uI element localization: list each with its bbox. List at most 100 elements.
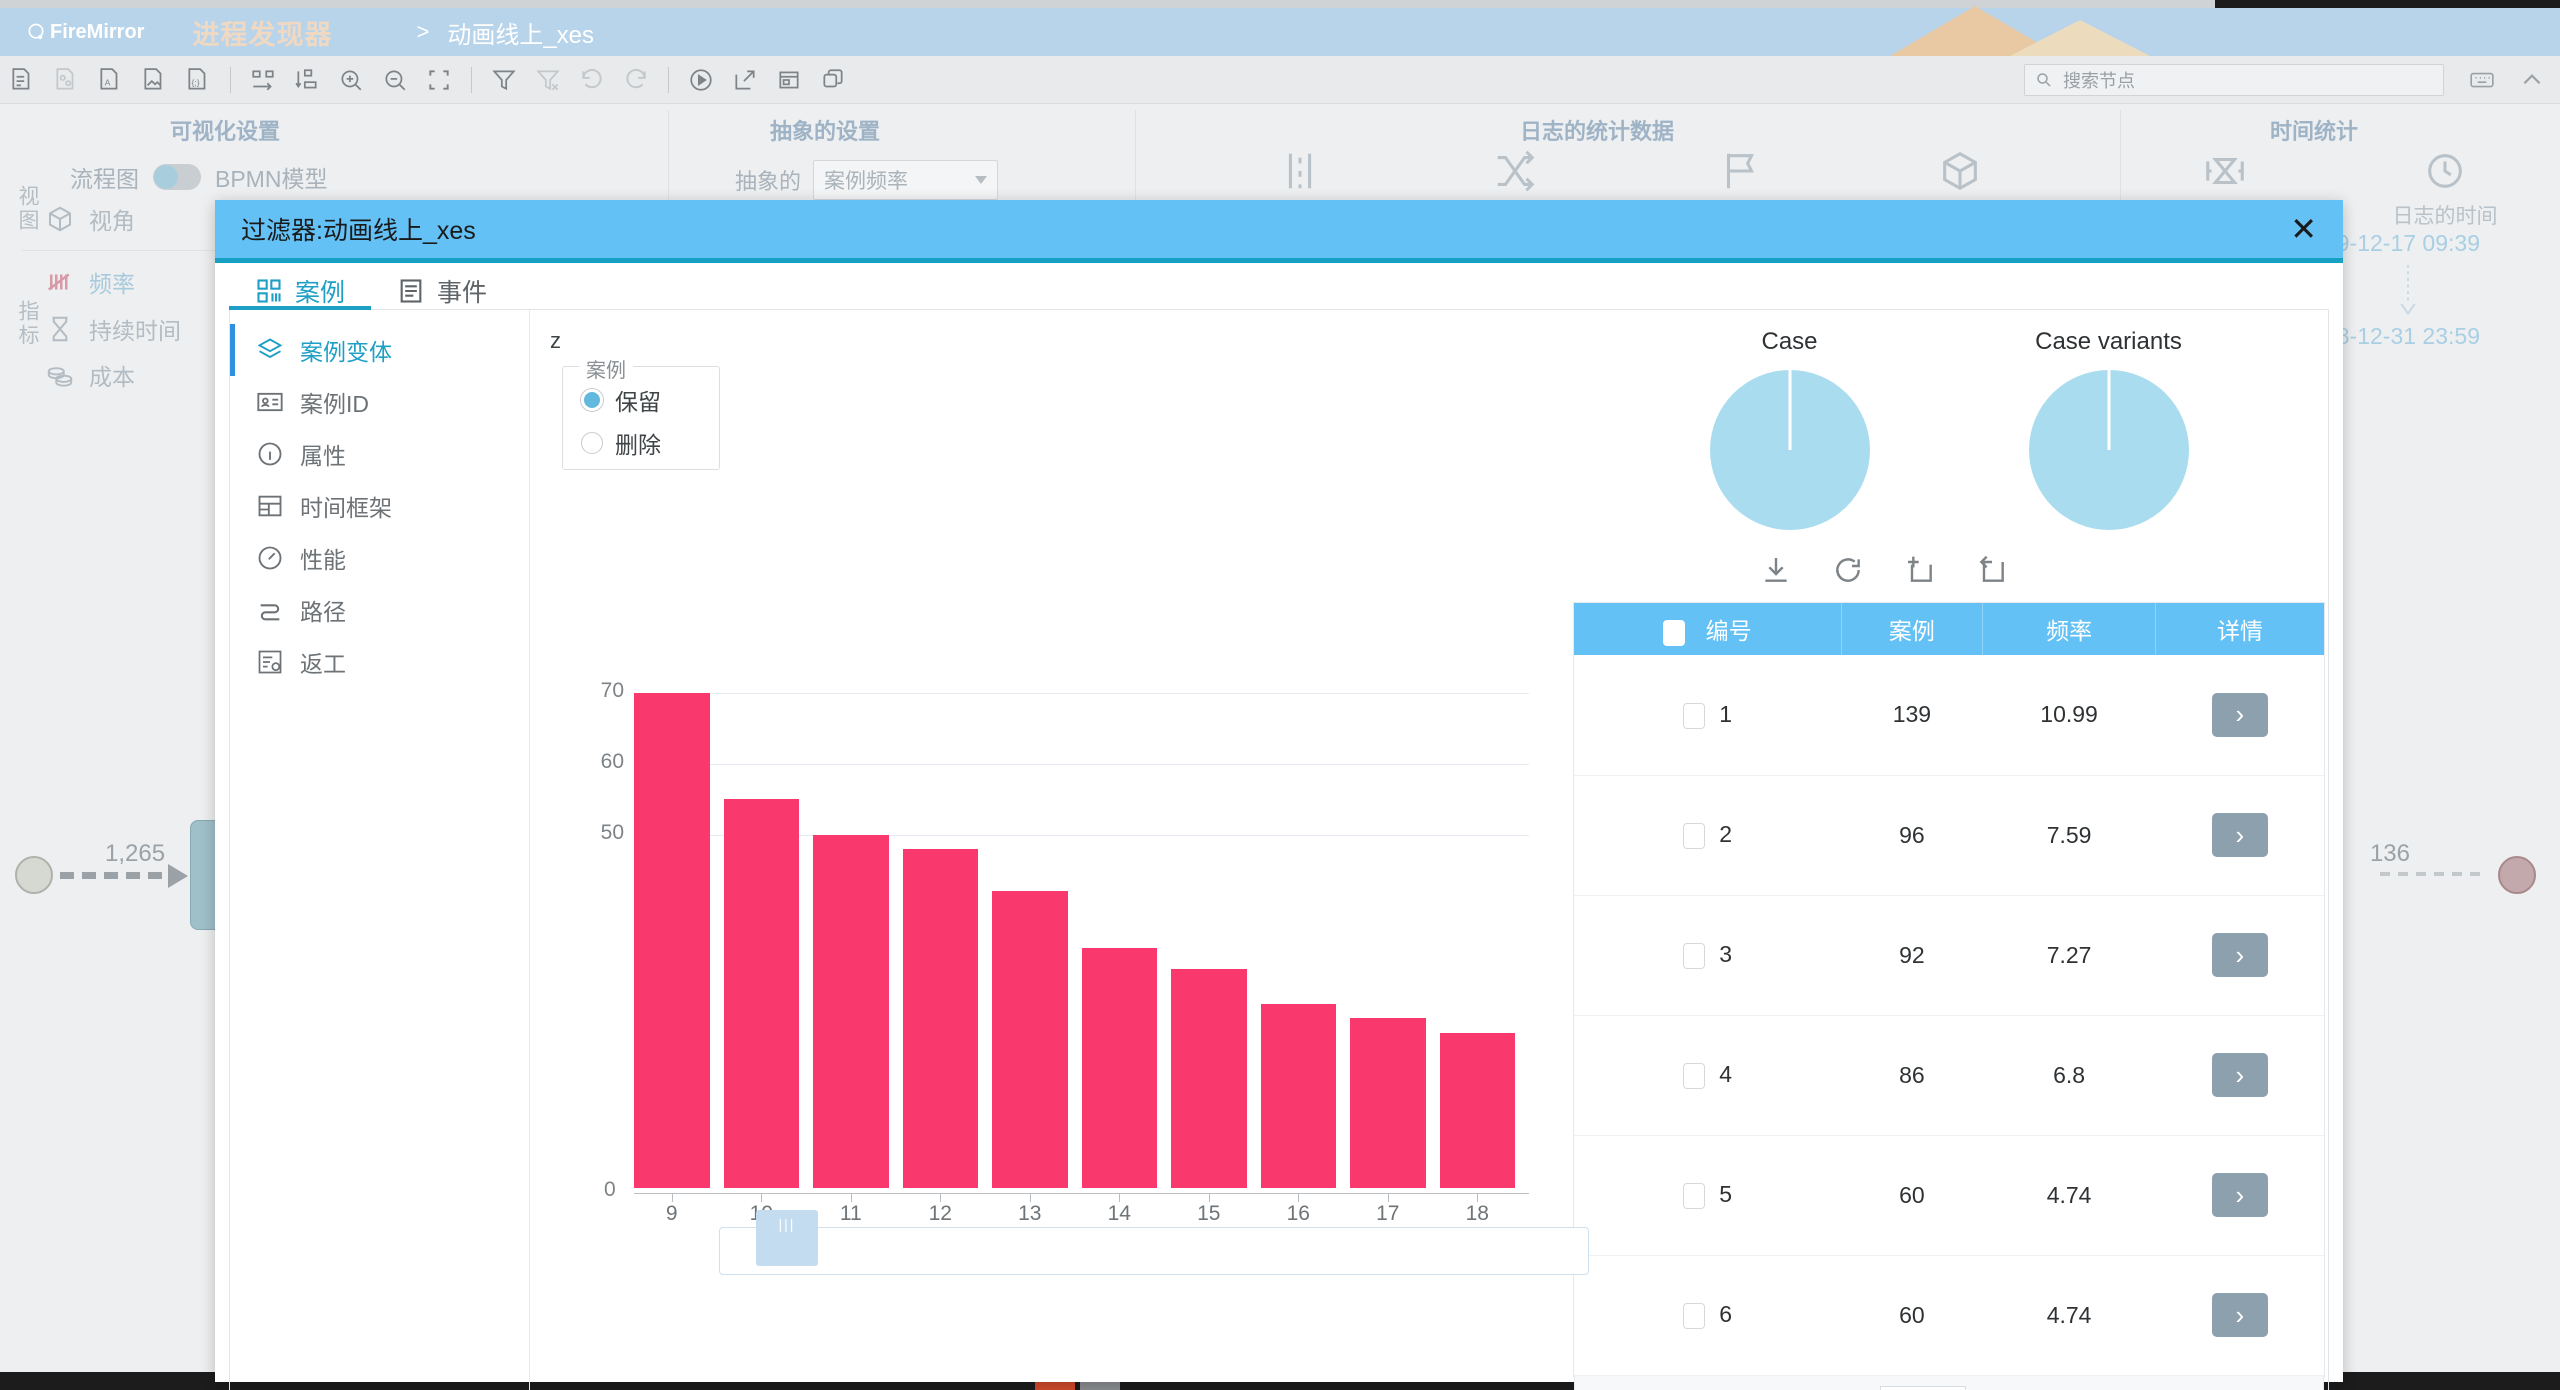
col-cases[interactable]: 案例 (1841, 603, 1984, 655)
rail-divider (22, 250, 222, 251)
chevron-right-icon[interactable]: › (2211, 1053, 2268, 1097)
radio-keep[interactable]: 保留 (581, 383, 719, 417)
export-json-icon[interactable]: {;} (176, 58, 220, 102)
donut-case-variants: Case variants (2028, 328, 2189, 530)
chart-bar[interactable] (723, 799, 799, 1188)
breadcrumb-separator: > (416, 19, 430, 44)
dialog-body: 案例 事件 案例变体 案例ID 属性 时间框架 性能 路径 返工 z 案例 保留… (215, 263, 2343, 1390)
abstraction-select[interactable]: 案例频率 (813, 160, 999, 200)
chart-bar[interactable] (1350, 1018, 1426, 1188)
chart-bar[interactable] (1081, 947, 1157, 1188)
sidebar-item-rework-label: 返工 (300, 651, 346, 677)
diagram-start-node[interactable] (15, 856, 53, 894)
tab-cases[interactable]: 案例 (229, 273, 372, 310)
add-selection-icon[interactable] (1904, 554, 1936, 591)
col-no[interactable]: 编号 (1574, 603, 1842, 655)
rail-item-view[interactable]: 视角 (45, 202, 135, 236)
screen-root: 嘿，风没停呢! FireMirror 进程发现器 > 动画线上_xes A {;… (0, 0, 2560, 1390)
layout-horizontal-icon[interactable] (241, 58, 285, 102)
table-row[interactable]: 5 60 4.74 › (1574, 1135, 2324, 1256)
stat-log-time[interactable]: 日志的时间 (2370, 148, 2520, 230)
sidebar-item-rework[interactable]: 返工 (230, 636, 529, 688)
brand-logo[interactable]: FireMirror (26, 21, 144, 44)
search-input[interactable]: 搜索节点 (2024, 63, 2444, 96)
export-pdf-icon[interactable]: A (88, 58, 132, 102)
table-header-row: 编号 案例 频率 详情 (1574, 603, 2324, 655)
checkbox-icon[interactable] (1663, 619, 1686, 646)
table-row[interactable]: 1 139 10.99 › (1574, 655, 2324, 776)
redo-icon[interactable] (614, 58, 658, 102)
export-image-icon[interactable] (132, 58, 176, 102)
page-input[interactable]: 1 (1879, 1386, 1966, 1390)
chart-y-tick: 60 (600, 750, 624, 773)
zoom-out-icon[interactable] (373, 58, 417, 102)
chevron-right-icon[interactable]: › (2211, 692, 2268, 737)
filter-icon[interactable] (482, 58, 526, 102)
chevron-right-icon[interactable]: › (2211, 933, 2268, 977)
chart-bar[interactable] (1260, 1004, 1336, 1188)
download-icon[interactable] (1760, 554, 1792, 591)
table-row[interactable]: 3 92 7.27 › (1574, 895, 2324, 1016)
play-icon[interactable] (679, 58, 723, 102)
sidebar-item-attributes[interactable]: 属性 (230, 428, 529, 480)
restore-icon[interactable] (1976, 554, 2008, 591)
sidebar-item-case-id[interactable]: 案例ID (230, 376, 529, 428)
row-checkbox[interactable] (1683, 1062, 1706, 1089)
col-detail[interactable]: 详情 (2155, 603, 2324, 655)
row-checkbox[interactable] (1683, 702, 1706, 729)
chart-scroll-handle[interactable]: ||| (756, 1210, 818, 1266)
export-diagram-icon[interactable] (44, 58, 88, 102)
chart-bar[interactable] (634, 693, 710, 1188)
save-icon[interactable] (767, 58, 811, 102)
radio-keep-dot (581, 389, 603, 411)
chart-bar[interactable] (992, 891, 1068, 1188)
radio-delete[interactable]: 删除 (581, 426, 719, 460)
col-freq[interactable]: 频率 (1982, 603, 2157, 655)
chevron-right-icon[interactable]: › (2211, 1173, 2268, 1217)
clear-filter-icon[interactable] (526, 58, 570, 102)
row-checkbox[interactable] (1683, 942, 1706, 969)
sidebar-item-case-variants[interactable]: 案例变体 (230, 324, 529, 376)
chart-x-tick: 9 (665, 1202, 678, 1225)
table-row[interactable]: 6 60 4.74 › (1574, 1255, 2324, 1376)
close-icon[interactable]: ✕ (2290, 213, 2317, 245)
chart-bar[interactable] (813, 834, 889, 1188)
export-report-icon[interactable] (0, 58, 44, 102)
breadcrumb[interactable]: 动画线上_xes (447, 15, 594, 50)
sidebar-item-case-variants-label: 案例变体 (300, 339, 392, 365)
chart-column: z 案例 保留 删除 50 60 70 0 9 11 12 13 14 15 1… (530, 310, 1589, 1390)
edit-icon[interactable] (723, 58, 767, 102)
chart-scrollbar[interactable]: ||| (719, 1210, 1589, 1275)
row-checkbox[interactable] (1683, 1182, 1706, 1209)
keyboard-icon[interactable] (2460, 58, 2504, 102)
undo-icon[interactable] (570, 58, 614, 102)
toolbar-divider (230, 66, 231, 93)
view-mode-switch[interactable] (153, 164, 201, 190)
diagram-end-node[interactable] (2498, 856, 2536, 894)
chevron-right-icon[interactable]: › (2211, 813, 2268, 857)
sidebar-item-path[interactable]: 路径 (230, 584, 529, 636)
layout-vertical-icon[interactable] (285, 58, 329, 102)
chart-bar[interactable] (1439, 1032, 1515, 1188)
row-checkbox[interactable] (1683, 1302, 1706, 1329)
collapse-icon[interactable] (2510, 58, 2554, 102)
chart-bar[interactable] (902, 848, 978, 1188)
svg-text:{;}: {;} (192, 77, 200, 87)
tab-events[interactable]: 事件 (371, 273, 513, 309)
rail-item-duration[interactable]: 持续时间 (45, 312, 181, 346)
chevron-right-icon[interactable]: › (2211, 1293, 2268, 1337)
fit-screen-icon[interactable] (417, 58, 461, 102)
chart-bar[interactable] (1171, 968, 1247, 1188)
table-row[interactable]: 2 96 7.59 › (1574, 775, 2324, 896)
sidebar-item-timeframe[interactable]: 时间框架 (230, 480, 529, 532)
rail-item-frequency[interactable]: 频率 (45, 265, 135, 299)
table-row[interactable]: 4 86 6.8 › (1574, 1015, 2324, 1136)
copy-icon[interactable] (811, 58, 855, 102)
sidebar-item-performance[interactable]: 性能 (230, 532, 529, 584)
zoom-in-icon[interactable] (329, 58, 373, 102)
chart-zero-label: 0 (604, 1178, 616, 1201)
rail-item-cost[interactable]: 成本 (45, 358, 135, 392)
refresh-icon[interactable] (1832, 554, 1864, 591)
chart-x-tickmark (1387, 1194, 1389, 1202)
row-checkbox[interactable] (1683, 822, 1706, 849)
